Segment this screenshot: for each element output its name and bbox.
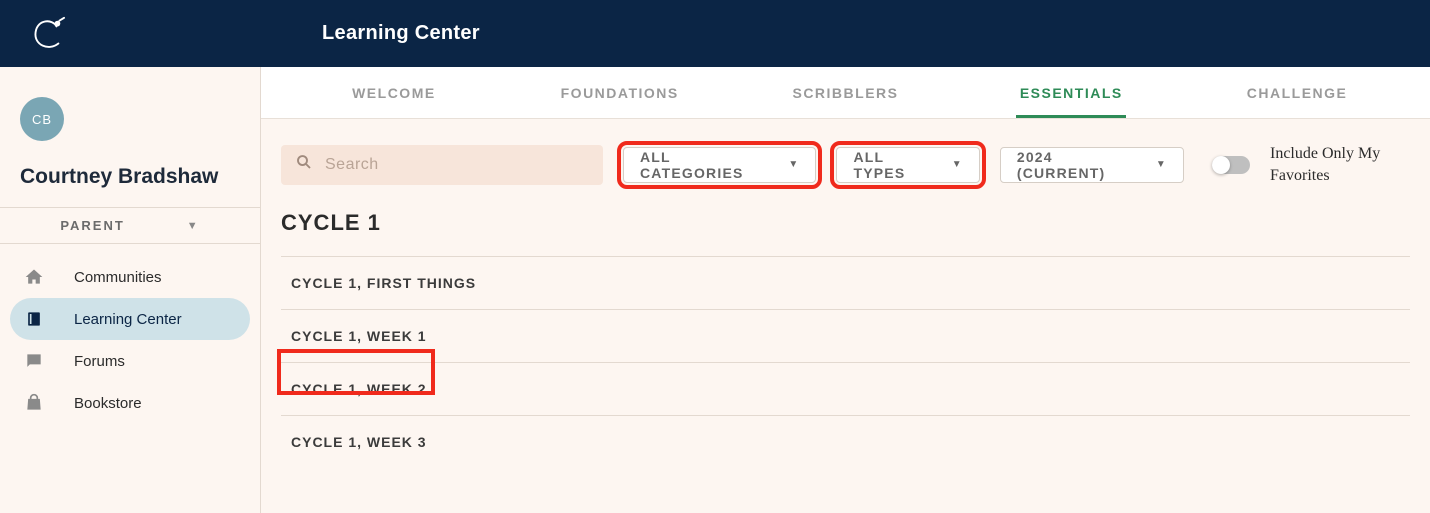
role-label: PARENT xyxy=(60,218,124,233)
chat-icon xyxy=(24,351,44,371)
tab-label: CHALLENGE xyxy=(1247,85,1348,101)
book-icon xyxy=(24,309,44,329)
list-item-label: CYCLE 1, WEEK 3 xyxy=(291,434,427,450)
sidebar-item-label: Forums xyxy=(74,353,125,370)
year-select[interactable]: 2024 (CURRENT) ▼ xyxy=(1000,147,1184,183)
favorites-label: Include Only My Favorites xyxy=(1270,143,1410,186)
filter-bar: ALL CATEGORIES ▼ ALL TYPES ▼ 2024 (CURRE… xyxy=(261,119,1430,210)
types-select[interactable]: ALL TYPES ▼ xyxy=(836,147,979,183)
chevron-down-icon: ▼ xyxy=(952,159,963,170)
sidebar-item-label: Communities xyxy=(74,269,162,286)
list-item-label: CYCLE 1, WEEK 2 xyxy=(291,381,427,397)
home-icon xyxy=(24,267,44,287)
sidebar-item-label: Learning Center xyxy=(74,311,182,328)
select-label: 2024 (CURRENT) xyxy=(1017,149,1142,181)
sidebar-item-bookstore[interactable]: Bookstore xyxy=(10,382,250,424)
sidebar-item-learning-center[interactable]: Learning Center xyxy=(10,298,250,340)
tab-foundations[interactable]: FOUNDATIONS xyxy=(507,67,733,118)
sidebar-item-label: Bookstore xyxy=(74,395,142,412)
chevron-down-icon: ▼ xyxy=(788,159,799,170)
sidebar-item-forums[interactable]: Forums xyxy=(10,340,250,382)
list-item[interactable]: CYCLE 1, WEEK 3 xyxy=(281,416,1410,468)
avatar[interactable]: CB xyxy=(20,97,64,141)
list-item-label: CYCLE 1, FIRST THINGS xyxy=(291,275,476,291)
tab-label: ESSENTIALS xyxy=(1020,85,1123,101)
list-item[interactable]: CYCLE 1, FIRST THINGS xyxy=(281,257,1410,310)
tabs: WELCOME FOUNDATIONS SCRIBBLERS ESSENTIAL… xyxy=(261,67,1430,119)
list-item[interactable]: CYCLE 1, WEEK 2 xyxy=(281,363,1410,416)
sidebar: CB Courtney Bradshaw PARENT ▼ Communitie… xyxy=(0,67,261,513)
tab-challenge[interactable]: CHALLENGE xyxy=(1184,67,1410,118)
chevron-down-icon: ▼ xyxy=(187,220,200,232)
select-label: ALL CATEGORIES xyxy=(640,149,774,181)
tab-essentials[interactable]: ESSENTIALS xyxy=(958,67,1184,118)
list-item[interactable]: CYCLE 1, WEEK 1 xyxy=(281,310,1410,363)
search-input[interactable] xyxy=(325,156,589,174)
tab-label: FOUNDATIONS xyxy=(561,85,679,101)
tab-welcome[interactable]: WELCOME xyxy=(281,67,507,118)
search-icon xyxy=(295,153,313,176)
content-list: CYCLE 1 CYCLE 1, FIRST THINGS CYCLE 1, W… xyxy=(261,210,1430,488)
favorites-toggle[interactable] xyxy=(1212,156,1250,174)
sidebar-nav: Communities Learning Center Forums Books… xyxy=(0,244,260,424)
sidebar-item-communities[interactable]: Communities xyxy=(10,256,250,298)
list-item-label: CYCLE 1, WEEK 1 xyxy=(291,328,427,344)
main-content: WELCOME FOUNDATIONS SCRIBBLERS ESSENTIAL… xyxy=(261,67,1430,513)
search-field-wrap[interactable] xyxy=(281,145,603,185)
categories-select[interactable]: ALL CATEGORIES ▼ xyxy=(623,147,816,183)
page-title: Learning Center xyxy=(322,22,480,45)
tab-label: SCRIBBLERS xyxy=(792,85,898,101)
role-selector[interactable]: PARENT ▼ xyxy=(0,207,260,244)
username: Courtney Bradshaw xyxy=(20,165,240,189)
app-logo xyxy=(28,15,66,53)
select-label: ALL TYPES xyxy=(853,149,937,181)
tab-scribblers[interactable]: SCRIBBLERS xyxy=(733,67,959,118)
bag-icon xyxy=(24,393,44,413)
cycle-heading: CYCLE 1 xyxy=(281,210,1410,257)
chevron-down-icon: ▼ xyxy=(1156,159,1167,170)
app-header: Learning Center xyxy=(0,0,1430,67)
tab-label: WELCOME xyxy=(352,85,436,101)
